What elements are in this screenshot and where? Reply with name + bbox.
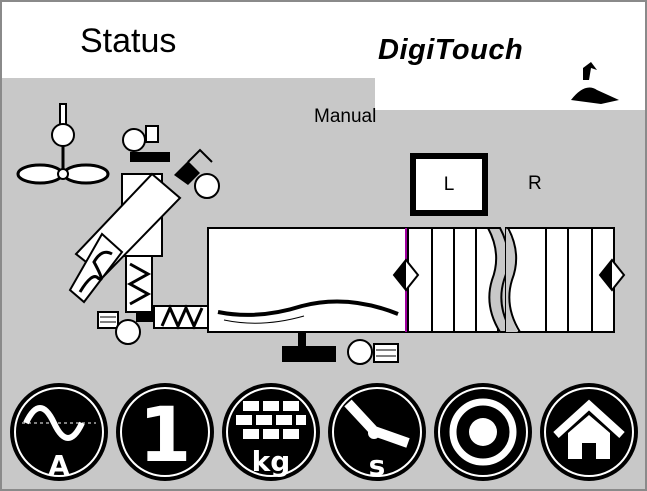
weight-button[interactable]: kg (220, 381, 322, 483)
auger-motor-icon (97, 311, 154, 345)
time-button[interactable]: s (326, 381, 428, 483)
mode-label: Manual (314, 106, 377, 127)
process-diagram (16, 103, 626, 365)
analysis-button[interactable]: A (8, 381, 110, 483)
bottom-button-bar: A 1 kg s (2, 375, 645, 489)
target-icon (434, 383, 532, 481)
clock-s-icon: s (328, 383, 426, 482)
bricks-kg-icon: kg (222, 383, 320, 481)
program-label: 1 (139, 390, 192, 479)
fan-icon (16, 103, 110, 185)
scale-motor-icon (282, 332, 399, 365)
side-r-button[interactable]: R (528, 173, 542, 195)
program-button[interactable]: 1 (114, 381, 216, 483)
home-icon (540, 383, 638, 481)
conveyor-left (407, 227, 514, 333)
side-l-button[interactable]: L (410, 153, 488, 216)
horizontal-auger (153, 304, 211, 330)
home-button[interactable] (538, 381, 640, 483)
conveyor-right (505, 227, 615, 333)
status-screen: Status DigiTouch Manual L R A 1 kg s (0, 0, 647, 491)
sine-wave-a-icon: A (10, 383, 108, 482)
time-label: s (369, 449, 386, 482)
vertical-auger (125, 255, 153, 313)
mixer-tank (207, 227, 409, 333)
weight-label: kg (252, 445, 291, 478)
target-button[interactable] (432, 381, 534, 483)
analysis-label: A (48, 449, 70, 482)
number-one-icon: 1 (116, 383, 214, 481)
